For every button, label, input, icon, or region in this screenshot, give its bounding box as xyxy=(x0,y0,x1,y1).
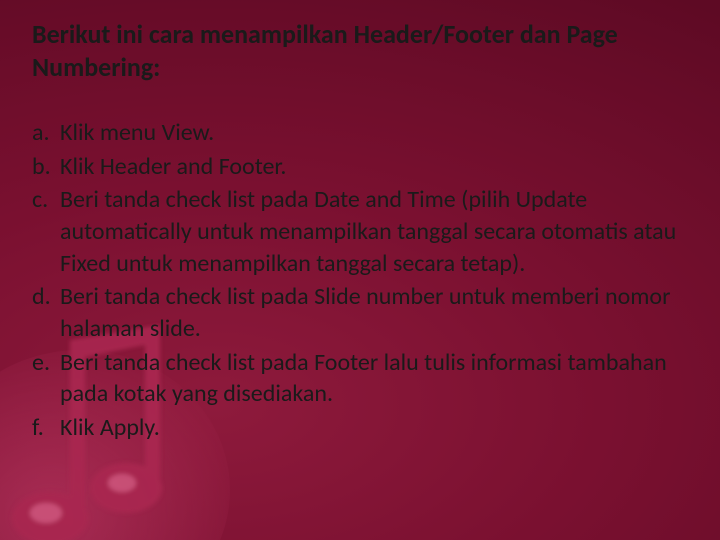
item-marker: c. xyxy=(32,184,60,279)
item-marker: b. xyxy=(32,151,60,183)
item-marker: d. xyxy=(32,281,60,344)
item-text: Klik Apply. xyxy=(60,412,690,444)
list-item: e. Beri tanda check list pada Footer lal… xyxy=(32,347,690,410)
item-text: Beri tanda check list pada Slide number … xyxy=(60,281,690,344)
list-item: f. Klik Apply. xyxy=(32,412,690,444)
item-text: Klik Header and Footer. xyxy=(60,151,690,183)
item-text: Klik menu View. xyxy=(60,117,690,149)
list-item: a. Klik menu View. xyxy=(32,117,690,149)
slide-content: Berikut ini cara menampilkan Header/Foot… xyxy=(0,0,720,466)
instruction-list: a. Klik menu View. b. Klik Header and Fo… xyxy=(30,117,690,444)
item-text: Beri tanda check list pada Date and Time… xyxy=(60,184,690,279)
slide-title: Berikut ini cara menampilkan Header/Foot… xyxy=(30,18,690,83)
item-marker: f. xyxy=(32,412,60,444)
list-item: d. Beri tanda check list pada Slide numb… xyxy=(32,281,690,344)
list-item: b. Klik Header and Footer. xyxy=(32,151,690,183)
list-item: c. Beri tanda check list pada Date and T… xyxy=(32,184,690,279)
item-text: Beri tanda check list pada Footer lalu t… xyxy=(60,347,690,410)
item-marker: a. xyxy=(32,117,60,149)
item-marker: e. xyxy=(32,347,60,410)
